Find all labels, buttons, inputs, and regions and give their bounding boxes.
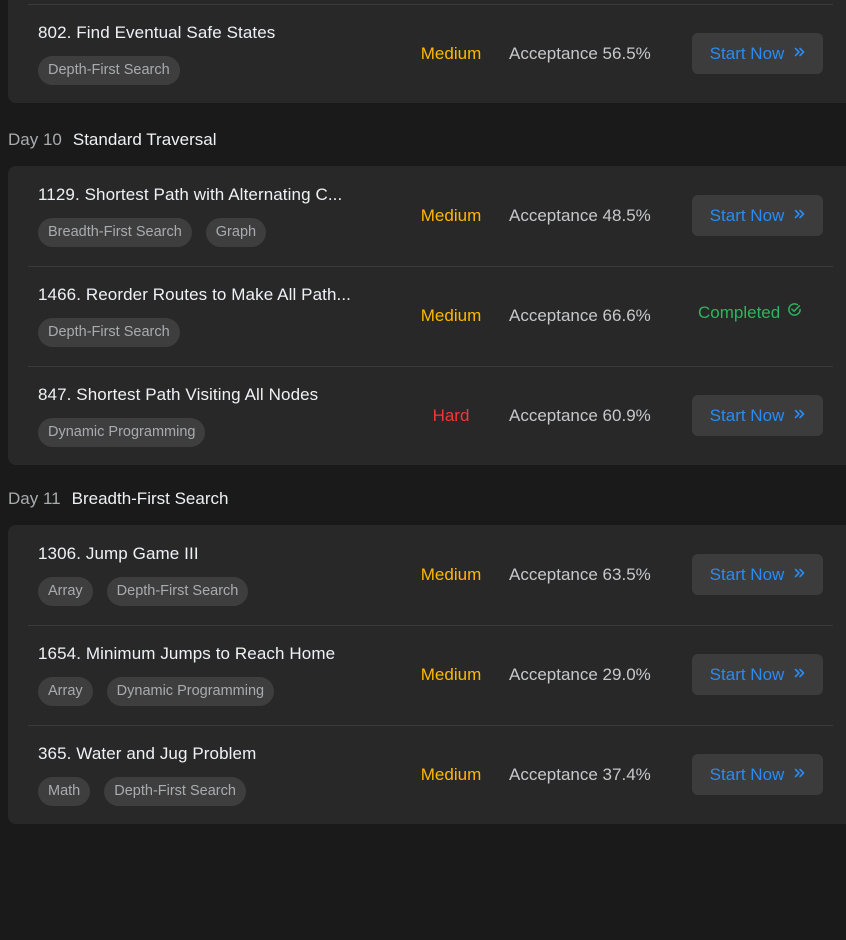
topic-tags: Array Dynamic Programming	[38, 677, 275, 706]
topic-tags: Depth-First Search	[38, 318, 180, 347]
acceptance-rate: Acceptance 63.5%	[509, 565, 651, 584]
problem-title-link[interactable]: 1654. Minimum Jumps to Reach Home	[38, 644, 335, 664]
problem-title-link[interactable]: 847. Shortest Path Visiting All Nodes	[38, 385, 318, 405]
acceptance-rate: Acceptance 60.9%	[509, 406, 651, 425]
topic-tag-math[interactable]: Math	[38, 777, 91, 806]
topic-tag-depth-first-search[interactable]: Depth-First Search	[104, 777, 246, 806]
double-chevron-right-icon	[794, 409, 805, 419]
start-now-label: Start Now	[709, 664, 785, 684]
topic-tags: Array Depth-First Search	[38, 577, 249, 606]
difficulty-label: Medium	[420, 44, 482, 63]
problem-row[interactable]: 847. Shortest Path Visiting All Nodes Dyn…	[28, 366, 833, 466]
topic-tags: Math Depth-First Search	[38, 777, 246, 806]
topic-tag-dynamic-programming[interactable]: Dynamic Programming	[38, 418, 206, 447]
acceptance-rate: Acceptance 48.5%	[509, 206, 651, 225]
problem-title-link[interactable]: 1466. Reorder Routes to Make All Path...	[38, 285, 351, 305]
acceptance-rate: Acceptance 37.4%	[509, 765, 651, 784]
topic-tag-depth-first-search[interactable]: Depth-First Search	[106, 577, 249, 606]
difficulty-label: Medium	[420, 565, 482, 584]
problem-group: 1306. Jump Game III Array Depth-First Sear…	[8, 525, 846, 824]
problem-group: 1376. Time Needed to Inform All Empl...T…	[8, 0, 846, 103]
problem-row[interactable]: 1466. Reorder Routes to Make All Path...…	[28, 266, 833, 367]
problem-group: 1129. Shortest Path with Alternating C..…	[8, 166, 846, 465]
day-title: Breadth-First Search	[71, 489, 229, 508]
double-chevron-right-icon	[794, 209, 805, 219]
difficulty-label: Medium	[420, 306, 482, 325]
double-chevron-right-icon	[794, 568, 805, 578]
problem-row[interactable]: 1654. Minimum Jumps to Reach Home Array Dy…	[28, 625, 833, 726]
topic-tag-depth-first-search[interactable]: Depth-First Search	[38, 56, 180, 85]
topic-tags: Breadth-First Search Graph	[38, 218, 267, 247]
problem-row[interactable]: 365. Water and Jug Problem Math Depth-Firs…	[28, 725, 833, 825]
start-now-label: Start Now	[709, 43, 785, 63]
topic-tag-array[interactable]: Array	[38, 677, 93, 706]
completed-status: Completed	[698, 302, 802, 323]
start-now-label: Start Now	[709, 764, 785, 784]
topic-tag-dynamic-programming[interactable]: Dynamic Programming	[106, 677, 275, 706]
start-now-button[interactable]: Start Now	[692, 754, 823, 795]
difficulty-label: Medium	[420, 665, 482, 684]
day-header: Day 11 Breadth-First Search	[8, 489, 228, 509]
start-now-button[interactable]: Start Now	[692, 554, 823, 595]
start-now-button[interactable]: Start Now	[692, 654, 823, 695]
difficulty-label: Medium	[420, 206, 482, 225]
start-now-label: Start Now	[709, 405, 785, 425]
problem-row[interactable]: 1129. Shortest Path with Alternating C..…	[28, 166, 833, 267]
problem-title-link[interactable]: 802. Find Eventual Safe States	[38, 23, 275, 43]
difficulty-label: Medium	[420, 765, 482, 784]
problem-row[interactable]: 1306. Jump Game III Array Depth-First Sear…	[28, 525, 833, 626]
start-now-label: Start Now	[709, 205, 785, 225]
double-chevron-right-icon	[794, 47, 805, 57]
topic-tags: Depth-First Search	[38, 56, 180, 85]
double-chevron-right-icon	[794, 668, 805, 678]
start-now-label: Start Now	[709, 564, 785, 584]
check-circle-icon	[787, 302, 802, 321]
acceptance-rate: Acceptance 66.6%	[509, 306, 651, 325]
topic-tags: Dynamic Programming	[38, 418, 206, 447]
double-chevron-right-icon	[794, 768, 805, 778]
problem-title-link[interactable]: 1129. Shortest Path with Alternating C..…	[38, 185, 342, 205]
start-now-button[interactable]: Start Now	[692, 395, 823, 436]
difficulty-label: Hard	[432, 406, 470, 425]
topic-tag-breadth-first-search[interactable]: Breadth-First Search	[38, 218, 192, 247]
day-number: Day 10	[8, 130, 62, 149]
topic-tag-depth-first-search[interactable]: Depth-First Search	[38, 318, 180, 347]
problem-title-link[interactable]: 1306. Jump Game III	[38, 544, 199, 564]
topic-tag-array[interactable]: Array	[38, 577, 93, 606]
problem-row[interactable]: 802. Find Eventual Safe States Depth-Firs…	[28, 4, 833, 104]
day-title: Standard Traversal	[72, 130, 217, 149]
day-number: Day 11	[8, 489, 61, 508]
start-now-button[interactable]: Start Now	[692, 195, 823, 236]
day-header: Day 10 Standard Traversal	[8, 130, 217, 150]
acceptance-rate: Acceptance 56.5%	[509, 44, 651, 63]
topic-tag-graph[interactable]: Graph	[205, 218, 267, 247]
problem-title-link[interactable]: 365. Water and Jug Problem	[38, 744, 256, 764]
start-now-button[interactable]: Start Now	[692, 33, 823, 74]
completed-label: Completed	[698, 303, 781, 322]
acceptance-rate: Acceptance 29.0%	[509, 665, 651, 684]
